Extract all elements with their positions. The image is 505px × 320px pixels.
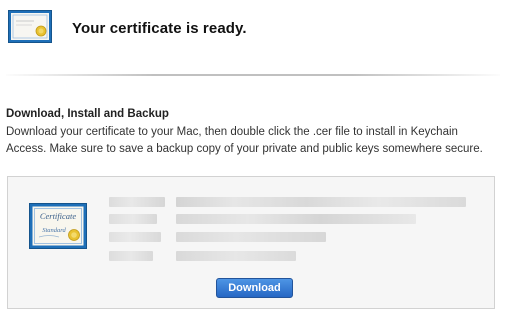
redacted-label bbox=[109, 232, 161, 242]
page-title: Your certificate is ready. bbox=[72, 20, 247, 37]
download-button[interactable]: Download bbox=[216, 278, 293, 298]
certificate-card: Certificate Standard Download bbox=[7, 176, 495, 309]
badge-text-bottom: Standard bbox=[42, 227, 66, 234]
section-description: Download your certificate to your Mac, t… bbox=[6, 126, 483, 155]
certificate-standard-icon: Certificate Standard bbox=[29, 203, 87, 249]
redacted-label bbox=[109, 214, 157, 224]
redacted-label bbox=[109, 251, 153, 261]
badge-text-top: Certificate bbox=[40, 211, 77, 221]
redacted-label bbox=[109, 197, 165, 207]
certificate-icon bbox=[8, 10, 52, 43]
redacted-value bbox=[176, 197, 466, 207]
redacted-value bbox=[176, 214, 416, 224]
redacted-value bbox=[176, 232, 326, 242]
redacted-value bbox=[176, 251, 296, 261]
divider bbox=[6, 74, 500, 76]
section-title: Download, Install and Backup bbox=[6, 108, 169, 120]
